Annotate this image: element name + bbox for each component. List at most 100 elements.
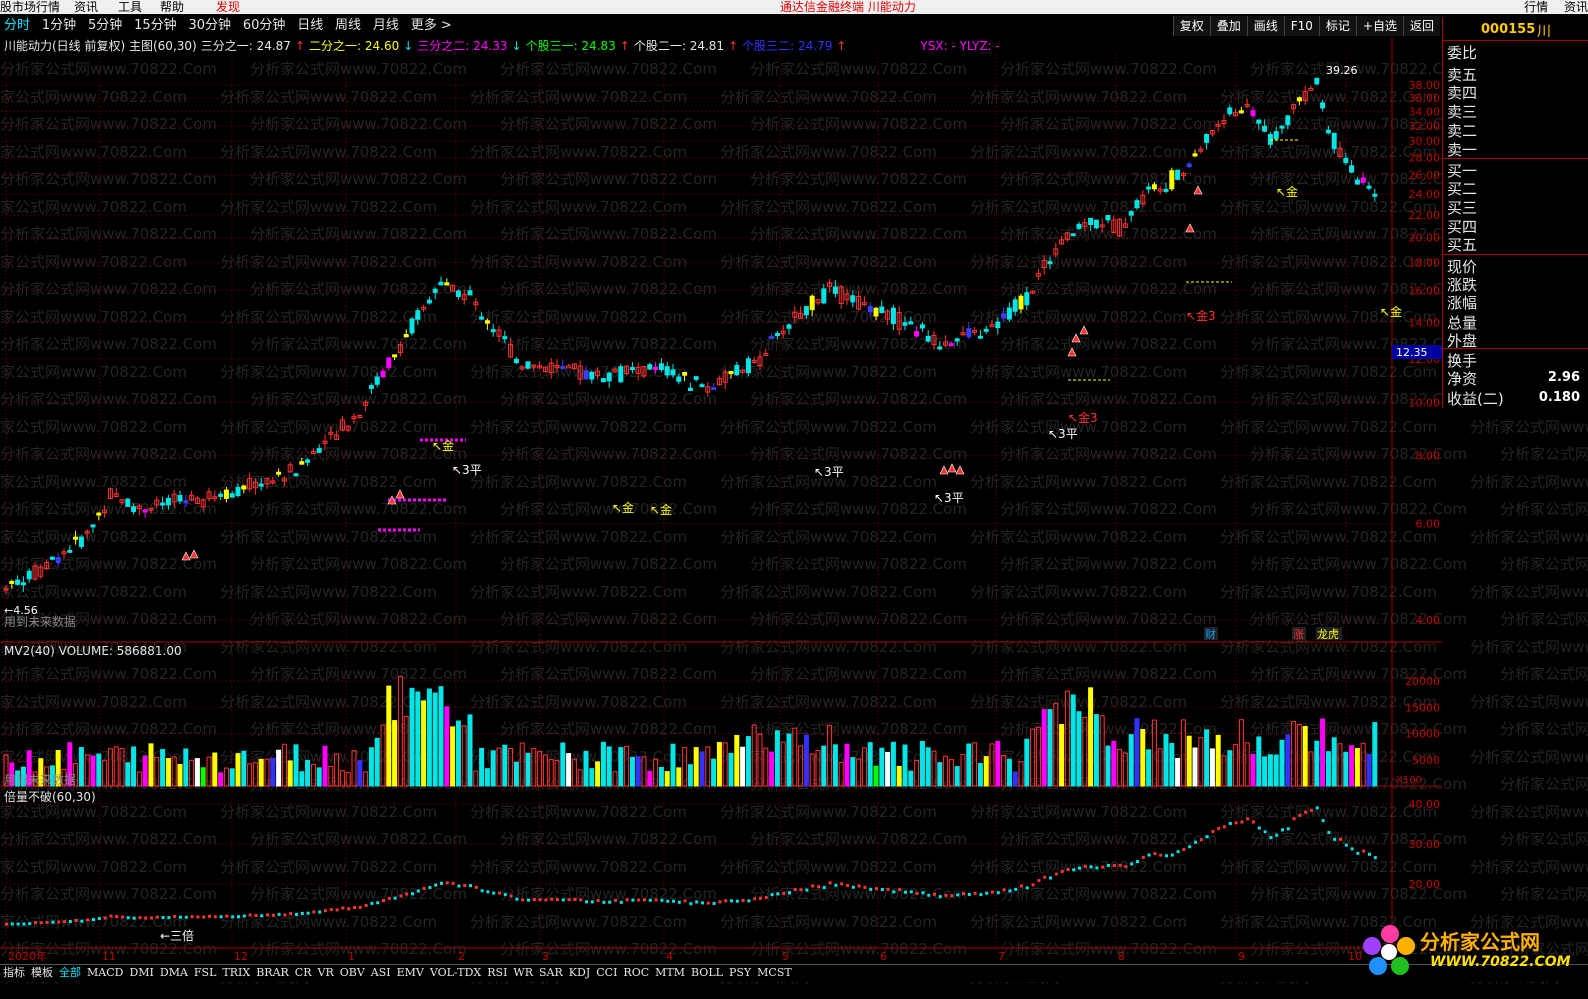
- candle-body[interactable]: [1349, 165, 1355, 173]
- candle-body[interactable]: [467, 290, 473, 296]
- indicator-tab[interactable]: EMV: [394, 965, 427, 981]
- indicator-tab[interactable]: 模板: [28, 965, 56, 981]
- candle-body[interactable]: [15, 579, 21, 585]
- candle-body[interactable]: [432, 288, 438, 293]
- candle-body[interactable]: [1314, 77, 1320, 85]
- candle-body[interactable]: [380, 370, 386, 378]
- indicator-tab[interactable]: FSL: [191, 965, 219, 981]
- candle-body[interactable]: [606, 372, 612, 382]
- candle-body[interactable]: [502, 336, 508, 340]
- indicator-tab[interactable]: DMI: [126, 965, 156, 981]
- candle-body[interactable]: [9, 580, 15, 584]
- candle-body[interactable]: [455, 290, 461, 297]
- candle-body[interactable]: [1012, 299, 1018, 312]
- candle-body[interactable]: [409, 318, 415, 334]
- candle-body[interactable]: [223, 489, 229, 499]
- candle-body[interactable]: [1076, 223, 1082, 229]
- candle-body[interactable]: [745, 358, 751, 374]
- candle-body[interactable]: [1372, 193, 1378, 197]
- indicator-tab[interactable]: MTM: [652, 965, 688, 981]
- candle-body[interactable]: [867, 305, 873, 313]
- candle-body[interactable]: [1308, 87, 1314, 91]
- candle-body[interactable]: [948, 343, 954, 347]
- candle-body[interactable]: [49, 556, 55, 560]
- candle-body[interactable]: [392, 354, 398, 358]
- kline-chart[interactable]: 38.0036.0034.0032.0030.0028.0026.0024.00…: [0, 0, 1588, 999]
- candle-body[interactable]: [919, 324, 925, 329]
- indicator-tab[interactable]: 全部: [56, 965, 84, 981]
- candle-body[interactable]: [55, 557, 61, 564]
- candle-body[interactable]: [1024, 292, 1030, 306]
- candle-body[interactable]: [832, 286, 838, 294]
- indicator-tab[interactable]: VOL-TDX: [427, 965, 484, 981]
- candle-body[interactable]: [983, 328, 989, 332]
- indicator-tab[interactable]: ASI: [368, 965, 394, 981]
- indicator-tab[interactable]: BOLL: [688, 965, 726, 981]
- candle-body[interactable]: [687, 387, 693, 391]
- candle-body[interactable]: [1320, 102, 1326, 109]
- candle-body[interactable]: [1151, 184, 1157, 190]
- candle-body[interactable]: [1360, 177, 1366, 183]
- candle-body[interactable]: [403, 334, 409, 338]
- candle-body[interactable]: [438, 281, 444, 286]
- candle-body[interactable]: [525, 361, 531, 369]
- candle-body[interactable]: [276, 471, 282, 475]
- candle-body[interactable]: [890, 307, 896, 325]
- candle-body[interactable]: [1006, 307, 1012, 320]
- indicator-tab[interactable]: RSI: [484, 965, 510, 981]
- candle-body[interactable]: [1262, 125, 1268, 132]
- candle-body[interactable]: [618, 366, 624, 383]
- candle-body[interactable]: [305, 459, 311, 463]
- candle-body[interactable]: [954, 338, 960, 342]
- candle-body[interactable]: [1134, 200, 1140, 209]
- candle-body[interactable]: [1088, 217, 1094, 226]
- candle-body[interactable]: [560, 366, 566, 370]
- candle-body[interactable]: [1093, 219, 1099, 229]
- candle-body[interactable]: [670, 369, 676, 376]
- candle-body[interactable]: [73, 536, 79, 540]
- candle-body[interactable]: [1047, 261, 1053, 265]
- indicator-tab[interactable]: 指标: [0, 965, 28, 981]
- candle-body[interactable]: [444, 282, 450, 286]
- indicator-tab[interactable]: CR: [292, 965, 315, 981]
- candle-body[interactable]: [914, 331, 920, 337]
- candle-body[interactable]: [26, 570, 32, 580]
- candle-body[interactable]: [316, 448, 322, 453]
- candle-body[interactable]: [96, 512, 102, 516]
- indicator-tab[interactable]: BRAR: [253, 965, 292, 981]
- candle-body[interactable]: [1163, 188, 1169, 192]
- candle-body[interactable]: [589, 371, 595, 380]
- candle-body[interactable]: [1238, 110, 1244, 114]
- candle-body[interactable]: [229, 493, 235, 498]
- candle-body[interactable]: [1192, 153, 1198, 157]
- candle-body[interactable]: [1343, 157, 1349, 164]
- candle-body[interactable]: [1325, 129, 1331, 134]
- candle-body[interactable]: [1128, 211, 1134, 216]
- candle-body[interactable]: [293, 473, 299, 477]
- candle-body[interactable]: [1331, 132, 1337, 150]
- candle-body[interactable]: [902, 322, 908, 326]
- candle-body[interactable]: [966, 328, 972, 338]
- candle-body[interactable]: [90, 524, 96, 528]
- candle-body[interactable]: [658, 363, 664, 370]
- candle-body[interactable]: [183, 500, 189, 504]
- candle-body[interactable]: [374, 376, 380, 385]
- candle-body[interactable]: [415, 310, 421, 320]
- indicator-tab[interactable]: OBV: [337, 965, 368, 981]
- candle-body[interactable]: [258, 483, 264, 487]
- candle-body[interactable]: [925, 335, 931, 342]
- candle-body[interactable]: [995, 321, 1001, 329]
- candle-body[interactable]: [728, 371, 734, 375]
- candle-body[interactable]: [821, 288, 827, 304]
- indicator-tab[interactable]: TRIX: [219, 965, 253, 981]
- candle-body[interactable]: [299, 461, 305, 465]
- candle-body[interactable]: [67, 549, 73, 553]
- candle-body[interactable]: [125, 498, 131, 507]
- candle-body[interactable]: [786, 324, 792, 329]
- candle-body[interactable]: [850, 295, 856, 303]
- indicator-tab[interactable]: MACD: [84, 965, 126, 981]
- candle-body[interactable]: [937, 346, 943, 350]
- candle-body[interactable]: [566, 365, 572, 369]
- candle-body[interactable]: [1256, 119, 1262, 124]
- candle-body[interactable]: [490, 329, 496, 333]
